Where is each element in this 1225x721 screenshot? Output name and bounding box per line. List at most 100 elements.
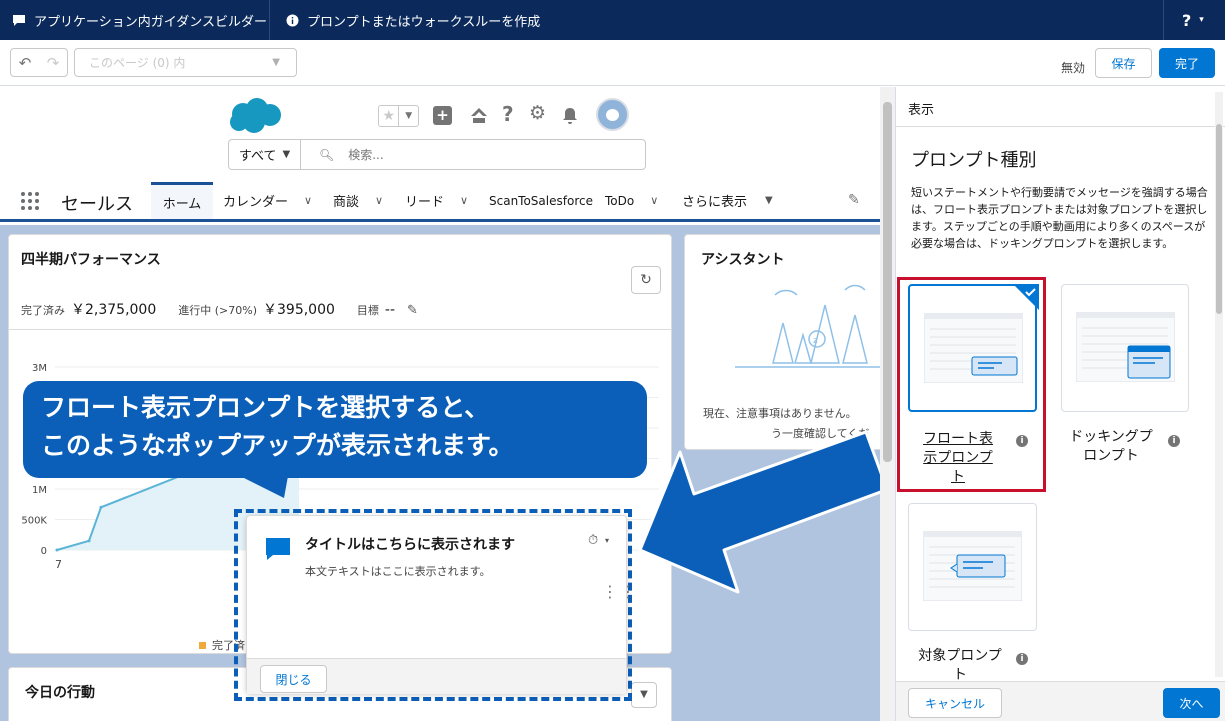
app-name: セールス bbox=[61, 194, 133, 215]
nav-tab-opportunities[interactable]: 商談 ∨ bbox=[333, 182, 383, 219]
cancel-button[interactable]: キャンセル bbox=[908, 688, 1002, 718]
chevron-down-icon: ▾ bbox=[1199, 15, 1204, 25]
status-text: 無効 bbox=[1061, 61, 1086, 75]
nav-tab-label: さらに表示 bbox=[682, 195, 748, 210]
chevron-down-icon: ∨ bbox=[460, 194, 469, 207]
prompt-type-targeted-label[interactable]: 対象プロンプト bbox=[918, 647, 1002, 681]
builder-title-text: アプリケーション内ガイダンスビルダー bbox=[34, 14, 267, 30]
builder-title[interactable]: アプリケーション内ガイダンスビルダー bbox=[12, 0, 267, 40]
global-actions-icon[interactable]: + bbox=[433, 106, 452, 125]
app-launcher-icon[interactable] bbox=[20, 191, 40, 211]
info-icon[interactable]: i bbox=[1016, 653, 1028, 665]
chevron-down-icon: ▾ bbox=[605, 536, 610, 545]
prompt-type-targeted[interactable] bbox=[908, 503, 1037, 631]
pencil-icon[interactable]: ✎ bbox=[407, 303, 418, 318]
info-icon bbox=[286, 14, 299, 26]
y-tick-label: 3M bbox=[32, 363, 47, 374]
nav-tab-label: ホーム bbox=[162, 196, 202, 212]
callout-line-1: フロート表示プロンプトを選択すると、 bbox=[41, 393, 490, 422]
performance-summary: 完了済み ￥2,375,000 進行中 (>70%) ￥395,000 目標 -… bbox=[21, 299, 418, 319]
open-value: ￥395,000 bbox=[263, 302, 335, 318]
info-icon[interactable]: i bbox=[1016, 435, 1028, 447]
series-point bbox=[87, 539, 91, 543]
refresh-icon: ↻ bbox=[640, 272, 652, 288]
prompt-type-docked[interactable] bbox=[1061, 284, 1189, 412]
legend-swatch bbox=[199, 641, 206, 649]
float-preview-icon bbox=[924, 313, 1023, 383]
nav-tab-todo[interactable]: ToDo ∨ bbox=[605, 182, 658, 219]
create-title-text: プロンプトまたはウォークスルーを作成 bbox=[307, 14, 541, 30]
avatar[interactable] bbox=[596, 98, 629, 131]
undo-icon[interactable]: ↶ bbox=[19, 54, 32, 72]
y-tick-label: 0 bbox=[41, 546, 47, 557]
info-icon[interactable]: i bbox=[1168, 435, 1180, 447]
y-tick-label: 500K bbox=[21, 516, 47, 527]
docked-preview-icon bbox=[1076, 312, 1175, 382]
close-label: 閉じる bbox=[275, 672, 312, 687]
prompt-type-float-label[interactable]: フロート表示プロンプト bbox=[918, 430, 998, 487]
nav-tab-leads[interactable]: リード ∨ bbox=[405, 182, 468, 219]
today-menu-button[interactable]: ▼ bbox=[631, 682, 657, 708]
cancel-label: キャンセル bbox=[924, 696, 985, 711]
assistant-title: アシスタント bbox=[701, 252, 785, 268]
star-icon: ★ bbox=[382, 108, 396, 124]
callout-tail bbox=[240, 476, 288, 498]
chevron-down-icon: ∨ bbox=[375, 194, 384, 207]
page-select[interactable]: このページ (0) 内 ▼ bbox=[74, 48, 297, 77]
help-icon: ? bbox=[1182, 10, 1192, 30]
nav-tab-calendar[interactable]: カレンダー ∨ bbox=[223, 182, 312, 219]
chat-icon bbox=[13, 14, 25, 26]
save-label: 保存 bbox=[1111, 56, 1136, 71]
nav-more[interactable]: さらに表示 ▼ bbox=[682, 182, 773, 219]
selected-check-icon bbox=[1013, 284, 1039, 310]
pointer-arrow bbox=[638, 432, 895, 594]
chevron-down-icon: ▼ bbox=[398, 106, 418, 126]
search-scope-select[interactable]: すべて ▼ bbox=[229, 140, 301, 169]
preview-canvas: ★ ▼ + ? ⚙ すべて ▼ 🔍︎ 検索... セールス ホーム カレンダー ∨… bbox=[0, 87, 895, 721]
nav-tab-label: ToDo bbox=[605, 193, 635, 208]
goal-value: -- bbox=[384, 302, 396, 318]
prompt-title: タイトルはこちらに表示されます bbox=[305, 537, 515, 553]
done-button[interactable]: 完了 bbox=[1159, 48, 1215, 78]
search-icon: 🔍︎ bbox=[319, 147, 335, 162]
assistant-empty-text: 現在、注意事項はありません。 bbox=[703, 407, 857, 420]
help-menu[interactable]: ? ▾ bbox=[1182, 0, 1204, 40]
nav-tab-home[interactable]: ホーム bbox=[151, 182, 213, 219]
nav-tab-label: ScanToSalesforce bbox=[489, 193, 593, 208]
chevron-down-icon: ▼ bbox=[282, 149, 291, 160]
page-select-value: このページ (0) 内 bbox=[89, 56, 186, 70]
redo-icon[interactable]: ↷ bbox=[47, 54, 60, 72]
today-title: 今日の行動 bbox=[25, 685, 95, 701]
close-button[interactable]: 閉じる bbox=[260, 665, 327, 693]
undo-redo-group: ↶ ↷ bbox=[10, 48, 68, 77]
pencil-icon[interactable]: ✎ bbox=[848, 192, 860, 208]
sf-navbar: セールス ホーム カレンダー ∨ 商談 ∨ リード ∨ ScanToSalesforc… bbox=[0, 182, 880, 222]
bell-icon[interactable] bbox=[561, 106, 579, 125]
panel-scrollbar[interactable] bbox=[1215, 92, 1223, 677]
prompt-type-float[interactable] bbox=[908, 284, 1039, 412]
nav-tab-scantosalesforce[interactable]: ScanToSalesforce bbox=[489, 182, 593, 219]
search-input[interactable]: 🔍︎ 検索... bbox=[301, 140, 645, 169]
chevron-down-icon: ∨ bbox=[650, 194, 659, 207]
floating-prompt-preview: タイトルはこちらに表示されます ⏱︎ ▾ 本文テキストはここに表示されます。 ⋮… bbox=[246, 515, 636, 694]
global-search: すべて ▼ 🔍︎ 検索... bbox=[228, 139, 646, 170]
next-button[interactable]: 次へ bbox=[1163, 688, 1220, 718]
refresh-button[interactable]: ↻ bbox=[631, 266, 661, 294]
help-icon[interactable]: ? bbox=[502, 102, 514, 126]
favorites-button[interactable]: ★ ▼ bbox=[378, 105, 419, 127]
search-scope-value: すべて bbox=[238, 149, 277, 164]
panel-scrollbar-thumb[interactable] bbox=[1216, 124, 1222, 314]
chevron-down-icon: ▼ bbox=[640, 689, 648, 700]
trailhead-icon[interactable] bbox=[469, 106, 489, 125]
clock-icon[interactable]: ⏱︎ bbox=[588, 533, 598, 548]
chevron-down-icon: ▼ bbox=[272, 57, 280, 68]
salesforce-logo-icon bbox=[230, 98, 281, 133]
y-tick-label: 1M bbox=[32, 485, 47, 496]
gear-icon[interactable]: ⚙ bbox=[529, 102, 546, 124]
closed-value: ￥2,375,000 bbox=[71, 302, 157, 318]
prompt-type-docked-label[interactable]: ドッキングプロンプト bbox=[1066, 428, 1156, 466]
svg-text:z: z bbox=[813, 336, 818, 346]
builder-toolbar: ↶ ↷ このページ (0) 内 ▼ 無効 保存 完了 bbox=[0, 40, 1225, 86]
canvas-scrollbar-thumb[interactable] bbox=[883, 102, 892, 462]
save-button[interactable]: 保存 bbox=[1095, 48, 1152, 78]
